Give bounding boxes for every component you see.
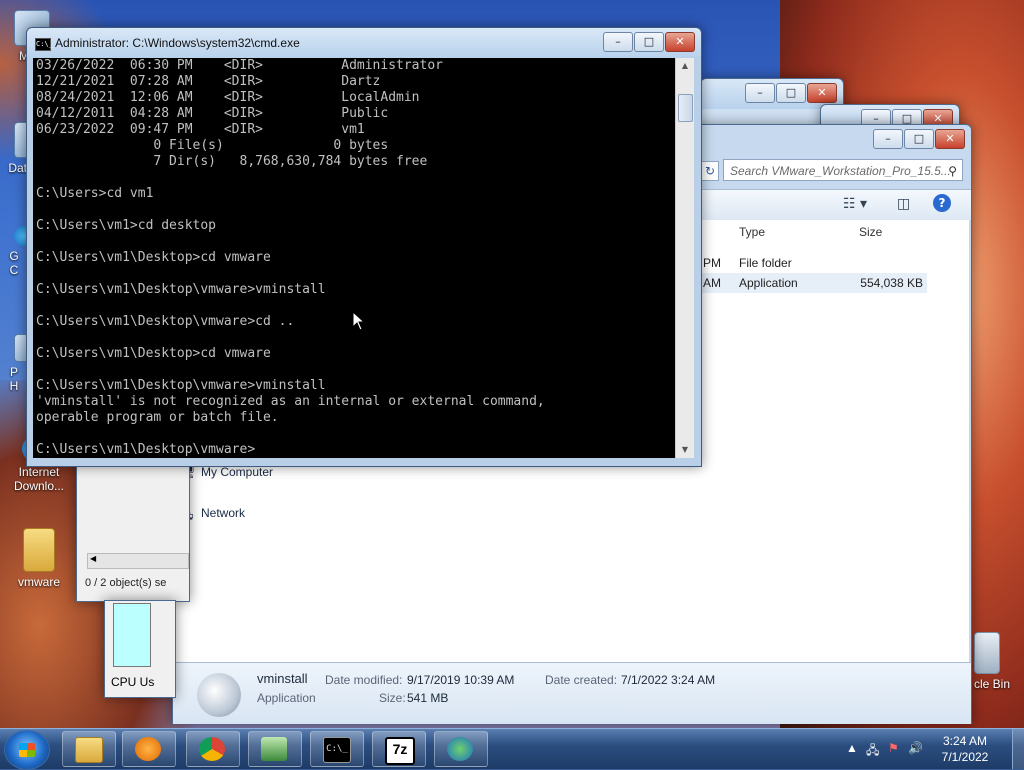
folder-icon [23,528,55,572]
maximize-button[interactable]: □ [904,129,934,149]
scroll-down-icon[interactable]: ▼ [676,442,694,458]
clock-date: 7/1/2022 [941,750,989,764]
details-file-kind: Application [257,691,316,705]
show-hidden-icons-icon[interactable]: ▲ [846,741,858,755]
system-tray: ▲ 🖧 ⚑ 🔊 3:24 AM 7/1/2022 [840,729,1024,769]
scroll-thumb[interactable] [678,94,693,122]
taskbar-cmd[interactable]: C:\_ [310,731,364,767]
close-button[interactable]: ✕ [665,32,695,52]
minimize-button[interactable]: – [603,32,633,52]
cmd-icon: C:\_ [323,737,351,763]
taskbar: C:\_ 7z ▲ 🖧 ⚑ 🔊 3:24 AM 7/1/2022 [0,728,1024,770]
cmd-icon: C:\_ [35,38,53,51]
details-size-value: 541 MB [407,691,449,705]
maximize-button[interactable]: □ [776,83,806,103]
table-row[interactable]: AM Application 554,038 KB [701,273,927,293]
close-button[interactable]: ✕ [935,129,965,149]
preview-pane-icon[interactable]: ◫ [897,196,910,212]
taskbar-chrome[interactable] [186,731,240,767]
show-desktop-button[interactable] [1012,729,1024,769]
column-header-type[interactable]: Type [739,225,765,239]
windows-logo-icon [19,743,35,757]
row-type: File folder [739,256,792,270]
row-date: PM [703,256,721,270]
recycle-bin-icon [974,632,1000,674]
explorer-icon [75,737,103,763]
cpu-graph [113,603,151,667]
vertical-scrollbar[interactable]: ▲ ▼ [675,58,694,458]
details-created-value: 7/1/2022 3:24 AM [621,673,716,687]
media-player-icon [135,737,161,761]
application-icon [197,673,241,717]
nav-item-network[interactable]: 🖧 Network [179,506,246,521]
horizontal-scrollbar[interactable]: ◀ [87,553,189,569]
console-output[interactable]: 03/26/2022 06:30 PM <DIR> Administrator … [33,58,675,458]
details-created-label: Date created: [545,673,618,687]
column-header-size[interactable]: Size [859,225,882,239]
details-file-name: vminstall [257,671,308,686]
desktop-icon-vmware-folder[interactable]: vmware [2,528,76,589]
close-button[interactable]: ✕ [807,83,837,103]
nav-label: My Computer [201,465,274,479]
details-modified-label: Date modified: [325,673,403,687]
details-pane: vminstall Application Date modified: 9/1… [173,662,971,724]
chrome-icon [199,737,225,761]
start-button[interactable] [4,730,50,770]
cpu-usage-label: CPU Us [111,675,155,689]
details-size-label: Size: [379,691,406,705]
search-icon: ⚲ [948,164,957,178]
taskbar-7zip[interactable]: 7z [372,731,426,767]
desktop-icon-label: Internet Downlo... [13,465,65,493]
clock-time: 3:24 AM [942,734,988,748]
scroll-up-icon[interactable]: ▲ [676,58,694,74]
internet-download-manager-icon [447,737,473,761]
taskbar-explorer[interactable] [62,731,116,767]
minimize-button[interactable]: – [745,83,775,103]
view-options-icon[interactable]: ☷ ▾ [843,196,867,212]
volume-icon[interactable]: 🔊 [908,741,923,755]
network-icon[interactable]: 🖧 [866,741,879,762]
task-manager-window[interactable]: CPU Us [104,600,176,698]
task-manager-icon [261,737,287,761]
desktop-icon-label: vmware [17,575,60,589]
row-date: AM [703,276,721,290]
taskbar-task-manager[interactable] [248,731,302,767]
cmd-window[interactable]: C:\_ Administrator: C:\Windows\system32\… [26,27,702,467]
desktop-icon-label: cle Bin [973,677,1011,691]
maximize-button[interactable]: □ [634,32,664,52]
taskbar-internet-download-manager[interactable] [434,731,488,767]
search-input[interactable]: Search VMware_Workstation_Pro_15.5... ⚲ [723,159,963,181]
details-modified-value: 9/17/2019 10:39 AM [407,673,515,687]
7zip-icon: 7z [385,737,415,765]
row-type: Application [739,276,798,290]
action-center-icon[interactable]: ⚑ [888,741,899,755]
taskbar-media-player[interactable] [122,731,176,767]
row-size: 554,038 KB [860,276,923,290]
minimize-button[interactable]: – [873,129,903,149]
help-icon[interactable]: ? [933,194,951,212]
console-text: 03/26/2022 06:30 PM <DIR> Administrator … [36,58,545,457]
nav-label: Network [201,506,246,520]
status-bar: 0 / 2 object(s) se [85,577,167,589]
nav-item-my-computer[interactable]: 🖥 My Computer [179,464,274,479]
scroll-left-icon[interactable]: ◀ [90,554,96,563]
window-title: Administrator: C:\Windows\system32\cmd.e… [55,36,300,50]
refresh-icon[interactable]: ↻ [701,161,719,181]
clock[interactable]: 3:24 AM 7/1/2022 [928,733,1002,765]
